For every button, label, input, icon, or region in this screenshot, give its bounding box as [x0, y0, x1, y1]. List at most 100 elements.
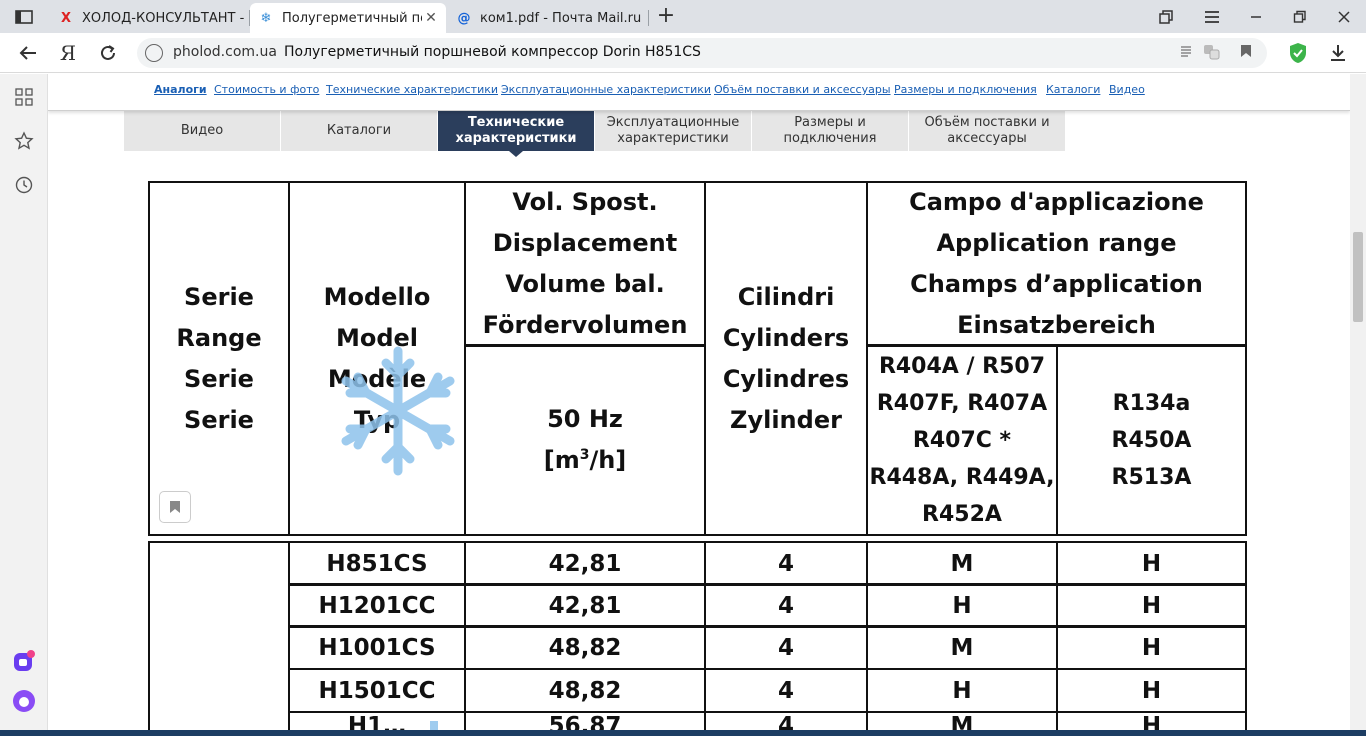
tab-video[interactable]: Видео	[124, 111, 281, 151]
cell-range-1: M	[866, 625, 1058, 670]
cell-displacement: 42,81	[464, 583, 706, 628]
tab-kholod[interactable]: Х ХОЛОД-КОНСУЛЬТАНТ - К	[50, 3, 248, 33]
tab-title: Полугерметичный порш	[282, 10, 422, 26]
header-displacement-unit: 50 Hz [m3/h]	[464, 344, 706, 536]
sidebar-panel-icon	[15, 9, 33, 24]
browser-tab-bar: Х ХОЛОД-КОНСУЛЬТАНТ - К ❄ Полугерметичны…	[0, 0, 1366, 33]
messenger-button[interactable]	[10, 647, 38, 675]
cell-range-2: H	[1056, 625, 1247, 670]
tab-separator	[648, 10, 649, 26]
tabs-menu-button[interactable]	[1144, 0, 1188, 33]
sidebar-toggle-button[interactable]	[0, 0, 48, 33]
cell-range-1: H	[866, 583, 1058, 628]
alice-button[interactable]	[10, 687, 38, 715]
cell-displacement: 42,81	[464, 541, 706, 586]
star-icon	[14, 131, 34, 150]
history-button[interactable]	[10, 171, 38, 199]
tab-operation[interactable]: Эксплуатационные характеристики	[595, 111, 752, 151]
unit-tail: /h]	[589, 446, 627, 474]
tab-catalogs[interactable]: Каталоги	[281, 111, 438, 151]
page-scrollbar[interactable]	[1350, 74, 1366, 736]
protect-shield-button[interactable]	[1284, 39, 1312, 67]
minimize-icon	[1251, 15, 1261, 18]
hamburger-icon	[1205, 10, 1219, 23]
cell-range-2: H	[1056, 541, 1247, 586]
yandex-button[interactable]: Я	[54, 39, 82, 67]
close-window-button[interactable]	[1322, 0, 1366, 33]
address-page-title: Полугерметичный поршневой компрессор Dor…	[284, 44, 701, 60]
header-application-range: Campo d'applicazione Application range C…	[866, 181, 1247, 347]
reader-mode-icon[interactable]	[1177, 44, 1195, 62]
tab-mail[interactable]: @ ком1.pdf - Почта Mail.ru	[448, 3, 648, 33]
close-icon	[1338, 10, 1350, 23]
header-refrigerants-1: R404A / R507 R407F, R407A R407C * R448A,…	[866, 344, 1058, 536]
anchor-nav: Аналоги Стоимость и фото Технические хар…	[48, 74, 1350, 111]
tab-delivery[interactable]: Объём поставки и аксессуары	[909, 111, 1066, 151]
cell-model: H1001CS	[288, 625, 466, 670]
favorites-button[interactable]	[10, 127, 38, 155]
snowflake-icon: ❄	[260, 10, 272, 26]
downloads-button[interactable]	[1324, 39, 1352, 67]
reload-button[interactable]	[94, 39, 122, 67]
header-cylinders: Cilindri Cylinders Cylindres Zylinder	[704, 181, 868, 536]
cell-displacement: 48,82	[464, 668, 706, 713]
cell-model: H851CS	[288, 541, 466, 586]
page-content: Аналоги Стоимость и фото Технические хар…	[48, 74, 1350, 736]
cell-range-1: M	[866, 541, 1058, 586]
header-displacement: Vol. Spost. Displacement Volume bal. För…	[464, 181, 706, 347]
bookmark-icon[interactable]	[1237, 44, 1255, 62]
address-bar[interactable]: pholod.com.ua Полугерметичный поршневой …	[137, 38, 1267, 68]
save-image-button[interactable]	[159, 491, 191, 523]
minimize-button[interactable]	[1234, 0, 1278, 33]
browser-menu-button[interactable]	[1190, 0, 1234, 33]
restore-button[interactable]	[1278, 0, 1322, 33]
mail-at-icon: @	[457, 10, 471, 26]
anchor-dimensions[interactable]: Размеры и подключения	[894, 83, 1037, 96]
new-tab-button[interactable]: +	[654, 5, 678, 29]
os-taskbar	[0, 730, 1366, 736]
cell-range-1: H	[866, 668, 1058, 713]
tab-title: ХОЛОД-КОНСУЛЬТАНТ - К	[82, 10, 248, 26]
arrow-left-icon	[19, 46, 36, 60]
tabs-stack-icon	[1159, 9, 1173, 24]
cell-model: H1201CC	[288, 583, 466, 628]
anchor-catalogs[interactable]: Каталоги	[1046, 83, 1100, 96]
series-cell: H41	[148, 541, 290, 736]
shield-check-icon	[1290, 43, 1306, 63]
header-model: Modello Model Modèle Typ	[288, 181, 466, 536]
browser-sidebar	[0, 74, 48, 736]
back-button[interactable]	[14, 39, 42, 67]
anchor-analogs[interactable]: Аналоги	[154, 83, 207, 96]
cell-model: H1501CC	[288, 668, 466, 713]
anchor-price-photo[interactable]: Стоимость и фото	[214, 83, 319, 96]
close-icon[interactable]: ✕	[422, 10, 440, 26]
translate-icon[interactable]	[1203, 44, 1221, 62]
tab-title: ком1.pdf - Почта Mail.ru	[480, 10, 642, 26]
cell-cylinders: 4	[704, 541, 868, 586]
cell-cylinders: 4	[704, 583, 868, 628]
scrollbar-thumb[interactable]	[1353, 232, 1363, 322]
globe-icon	[145, 44, 163, 62]
reload-icon	[101, 45, 115, 60]
anchor-video[interactable]: Видео	[1109, 83, 1145, 96]
cell-displacement: 48,82	[464, 625, 706, 670]
tab-dimensions[interactable]: Размеры и подключения	[752, 111, 909, 151]
unit-sup: 3	[579, 447, 590, 463]
messenger-icon	[14, 650, 35, 671]
tab-compressor[interactable]: ❄ Полугерметичный порш ✕	[250, 3, 446, 33]
kholod-logo-icon: Х	[60, 10, 72, 26]
alice-icon	[13, 690, 35, 712]
apps-button[interactable]	[10, 83, 38, 111]
download-icon	[1331, 45, 1345, 61]
grid-icon	[15, 88, 33, 106]
unit-base: [m	[543, 446, 580, 474]
tab-specs[interactable]: Технические характеристики	[438, 111, 595, 157]
cell-range-2: H	[1056, 668, 1247, 713]
anchor-operation[interactable]: Эксплуатационные характеристики	[501, 83, 711, 96]
spec-table: Serie Range Serie Serie Modello Model Mo…	[148, 181, 1249, 736]
cell-cylinders: 4	[704, 668, 868, 713]
header-serie: Serie Range Serie Serie	[148, 181, 290, 536]
anchor-delivery[interactable]: Объём поставки и аксессуары	[714, 83, 891, 96]
navigation-bar: Я pholod.com.ua Полугерметичный поршнево…	[0, 33, 1366, 73]
anchor-specs[interactable]: Технические характеристики	[326, 83, 498, 96]
